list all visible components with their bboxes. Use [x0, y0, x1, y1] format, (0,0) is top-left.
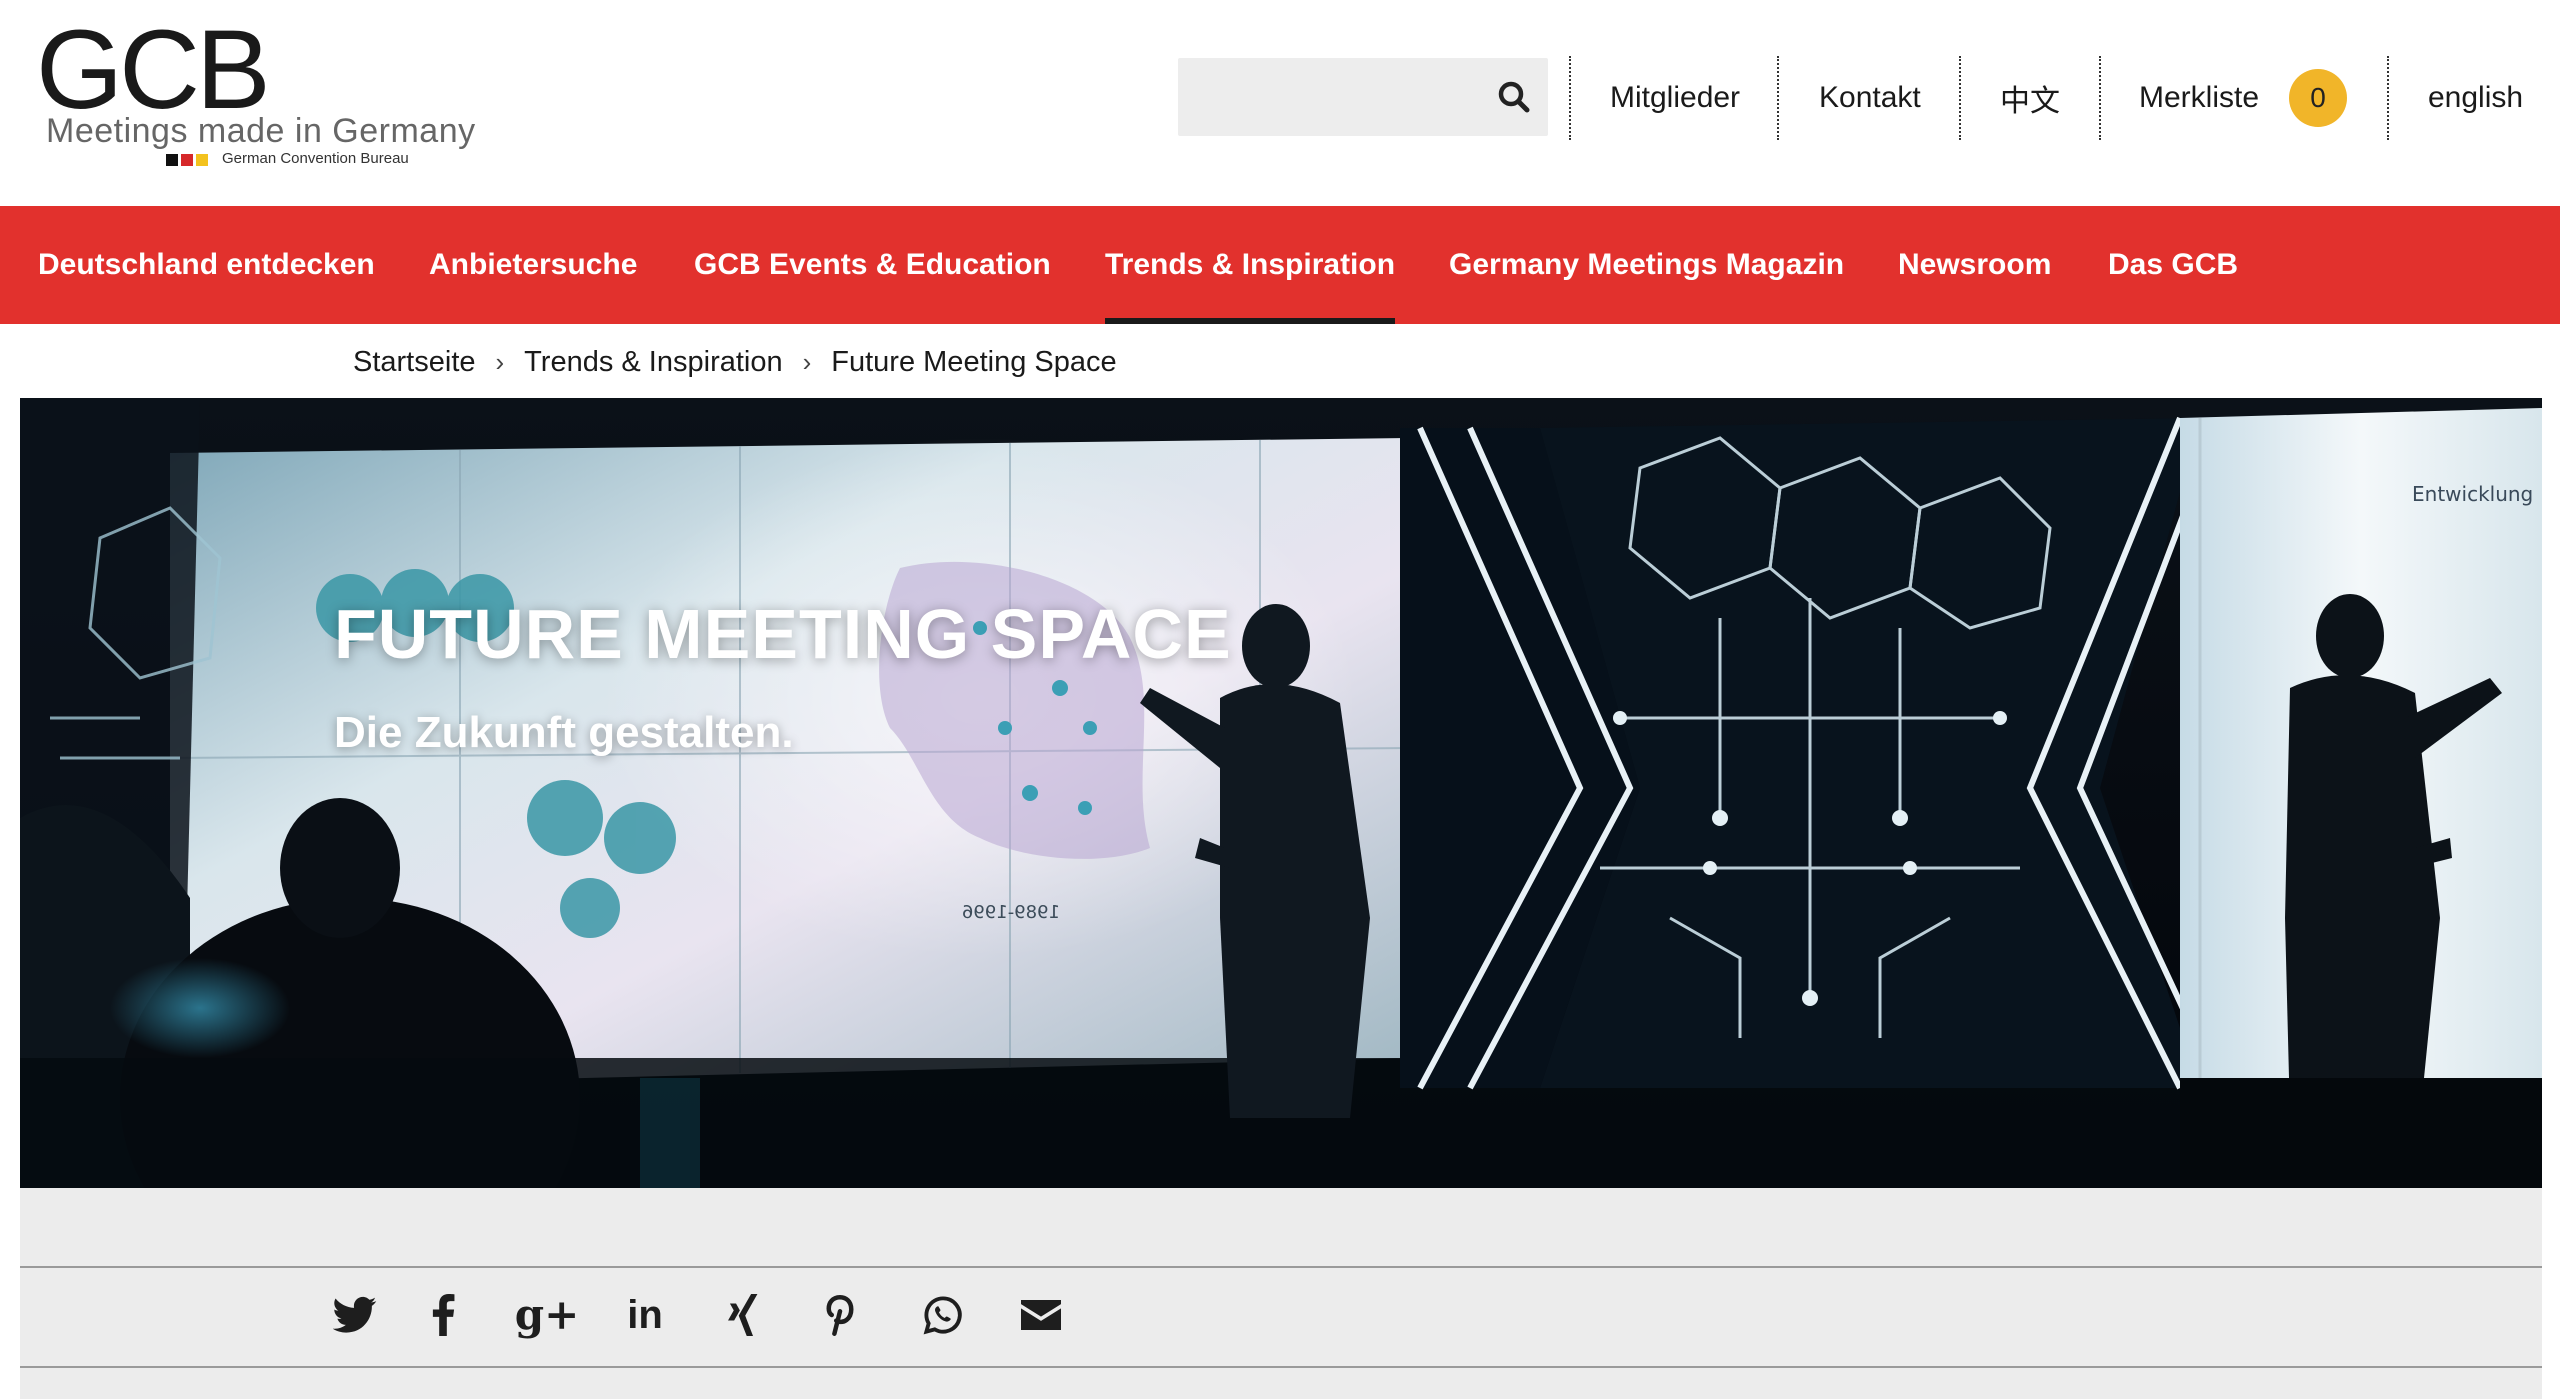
- nav-divider: [1569, 56, 1571, 140]
- share-linkedin-button[interactable]: in: [620, 1290, 670, 1340]
- hero-title: FUTURE MEETING SPACE: [334, 595, 1232, 673]
- share-divider-top: [20, 1266, 2542, 1268]
- hero-banner: 1989-1996 Entwicklung FUTURE MEETING SPA…: [20, 398, 2542, 1188]
- logo-tagline: Meetings made in Germany: [46, 112, 476, 150]
- search-input[interactable]: [1178, 58, 1478, 136]
- share-facebook-button[interactable]: [418, 1290, 468, 1340]
- nav-divider: [1959, 56, 1961, 140]
- nav-trends-inspiration[interactable]: Trends & Inspiration: [1105, 206, 1396, 324]
- share-pinterest-button[interactable]: [815, 1290, 865, 1340]
- merkliste-label: Merkliste: [2139, 81, 2260, 114]
- nav-deutschland-entdecken[interactable]: Deutschland entdecken: [38, 206, 375, 324]
- german-flag-icon: [166, 154, 208, 166]
- share-whatsapp-button[interactable]: [918, 1290, 968, 1340]
- search-icon: [1498, 81, 1530, 113]
- chevron-right-icon: ›: [495, 346, 505, 377]
- nav-gcb-events-education[interactable]: GCB Events & Education: [694, 206, 1051, 324]
- nav-das-gcb[interactable]: Das GCB: [2108, 206, 2238, 324]
- breadcrumb-startseite[interactable]: Startseite: [353, 346, 476, 379]
- search-button[interactable]: [1494, 77, 1534, 117]
- breadcrumb: Startseite › Trends & Inspiration › Futu…: [353, 340, 1117, 384]
- share-divider-bottom: [20, 1366, 2542, 1368]
- nav-germany-meetings-magazin[interactable]: Germany Meetings Magazin: [1449, 206, 1844, 324]
- hero-background-image: 1989-1996: [20, 398, 2542, 1188]
- google-plus-icon: g+: [514, 1290, 580, 1339]
- share-google-plus-button[interactable]: g+: [515, 1290, 580, 1340]
- site-header: GCB Meetings made in Germany German Conv…: [0, 0, 2560, 206]
- email-icon: [1021, 1300, 1061, 1330]
- main-navigation: Deutschland entdecken Anbietersuche GCB …: [0, 206, 2560, 324]
- nav-divider: [2099, 56, 2101, 140]
- svg-text:1989-1996: 1989-1996: [962, 902, 1060, 923]
- screen-label-entwicklung: Entwicklung: [2412, 482, 2534, 506]
- merkliste-count-badge: 0: [2289, 69, 2348, 127]
- xing-icon: [728, 1294, 758, 1336]
- logo-subline: German Convention Bureau: [222, 150, 409, 167]
- topnav-kontakt[interactable]: Kontakt: [1819, 58, 1921, 138]
- breadcrumb-trends-inspiration[interactable]: Trends & Inspiration: [524, 346, 782, 379]
- topnav-english[interactable]: english: [2428, 58, 2523, 138]
- topnav-chinese[interactable]: 中文: [2000, 58, 2060, 138]
- share-email-button[interactable]: [1016, 1290, 1066, 1340]
- chevron-right-icon: ›: [802, 346, 812, 377]
- pinterest-icon: [826, 1294, 854, 1336]
- share-xing-button[interactable]: [716, 1290, 766, 1340]
- search-box: [1178, 58, 1548, 136]
- hero-subtitle: Die Zukunft gestalten.: [334, 708, 794, 757]
- topnav-mitglieder[interactable]: Mitglieder: [1610, 58, 1740, 138]
- facebook-icon: [432, 1294, 455, 1336]
- twitter-icon: [333, 1296, 377, 1333]
- whatsapp-icon: [923, 1296, 962, 1335]
- logo-brand: GCB: [36, 7, 271, 132]
- share-twitter-button[interactable]: [330, 1290, 380, 1340]
- nav-newsroom[interactable]: Newsroom: [1898, 206, 2051, 324]
- topnav-merkliste[interactable]: Merkliste 0: [2139, 58, 2348, 138]
- nav-divider: [1777, 56, 1779, 140]
- breadcrumb-current-page: Future Meeting Space: [831, 345, 1117, 378]
- gcb-logo[interactable]: GCB Meetings made in Germany German Conv…: [36, 7, 475, 174]
- nav-divider: [2387, 56, 2389, 140]
- linkedin-icon: in: [627, 1293, 663, 1337]
- nav-anbietersuche[interactable]: Anbietersuche: [429, 206, 637, 324]
